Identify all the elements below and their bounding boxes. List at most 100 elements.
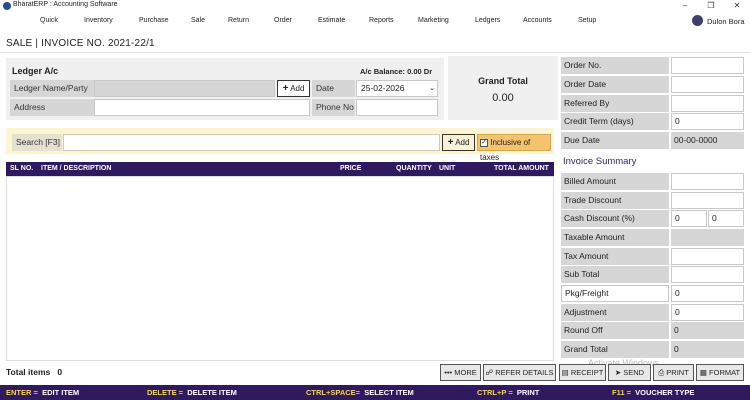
receipt-icon: ▤ (561, 368, 569, 377)
billed-amount-value[interactable] (671, 173, 744, 190)
plus-icon: + (282, 83, 289, 94)
menu-item-marketing[interactable]: Marketing (418, 17, 449, 24)
adjustment-input[interactable]: 0 (671, 304, 744, 321)
taxable-amount-label: Taxable Amount (561, 229, 669, 246)
column-header-quantity: QUANTITY (396, 165, 432, 172)
more-dots-icon: ••• (444, 368, 453, 377)
summary-grand-total-value: 0 (671, 341, 744, 358)
due-date-label: Due Date (561, 132, 669, 149)
menu-item-inventory[interactable]: Inventory (84, 17, 113, 24)
shortcut-voucher: F11 = VOUCHER TYPE (612, 388, 695, 397)
grand-total-label: Grand Total (478, 76, 528, 86)
column-header-item: ITEM / DESCRIPTION (41, 165, 112, 172)
adjustment-label: Adjustment (561, 304, 669, 321)
column-header-price: PRICE (340, 165, 362, 172)
address-label: Address (10, 99, 94, 116)
more-button[interactable]: ••• MORE (440, 364, 481, 381)
invoice-summary-heading: Invoice Summary (563, 156, 637, 167)
column-header-total: TOTAL AMOUNT (494, 165, 549, 172)
shortcut-bar: ENTER = EDIT ITEM DELETE = DELETE ITEM C… (0, 385, 750, 400)
account-balance: A/c Balance: 0.00 Dr (360, 67, 433, 76)
format-button[interactable]: ▦ FORMAT (696, 364, 744, 381)
items-table-body[interactable] (6, 176, 554, 361)
shortcut-print: CTRL+P = PRINT (477, 388, 540, 397)
search-input[interactable] (63, 134, 440, 151)
add-ledger-button[interactable]: + Add (277, 80, 310, 97)
cash-discount-amount-input[interactable]: 0 (708, 210, 744, 227)
pkg-freight-input[interactable]: 0 (671, 285, 744, 302)
menu-item-purchase[interactable]: Purchase (139, 17, 169, 24)
ledger-heading: Ledger A/c (12, 66, 59, 76)
grand-total-value: 0.00 (492, 92, 514, 104)
close-icon[interactable]: ✕ (726, 0, 748, 12)
menu-item-reports[interactable]: Reports (369, 17, 394, 24)
cash-discount-percent-input[interactable]: 0 (671, 210, 707, 227)
tax-amount-label: Tax Amount (561, 248, 669, 265)
column-header-unit: UNIT (439, 165, 456, 172)
menu-item-order[interactable]: Order (274, 17, 292, 24)
receipt-button[interactable]: ▤ RECEIPT (559, 364, 606, 381)
add-item-button[interactable]: + Add (442, 134, 475, 151)
round-off-label: Round Off (561, 322, 669, 339)
menu-item-quick[interactable]: Quick (40, 17, 58, 24)
total-items: Total items 0 (6, 367, 63, 377)
search-label: Search [F3] (12, 134, 62, 151)
menu-item-setup[interactable]: Setup (578, 17, 596, 24)
shortcut-edit: ENTER = EDIT ITEM (6, 388, 80, 397)
credit-term-label: Credit Term (days) (561, 113, 669, 130)
ledger-party-label: Ledger Name/Party (10, 80, 94, 97)
send-button[interactable]: ➤ SEND (608, 364, 651, 381)
app-logo-icon (3, 2, 11, 10)
round-off-value: 0 (671, 322, 744, 339)
order-date-label: Order Date (561, 76, 669, 93)
window-title: BharatERP : Accounting Software (13, 1, 118, 8)
sub-total-value[interactable] (671, 266, 744, 283)
cash-discount-label: Cash Discount (%) (561, 210, 669, 227)
phone-input[interactable] (356, 99, 438, 116)
minimize-icon[interactable]: – (674, 0, 696, 12)
billed-amount-label: Billed Amount (561, 173, 669, 190)
date-picker[interactable]: 25-02-2026 ⌄ (356, 80, 438, 97)
address-input[interactable] (94, 99, 310, 116)
menu-item-return[interactable]: Return (228, 17, 249, 24)
format-icon: ▦ (699, 368, 707, 377)
menu-item-sale[interactable]: Sale (191, 17, 205, 24)
menu-item-estimate[interactable]: Estimate (318, 17, 345, 24)
chevron-down-icon[interactable]: ⌄ (429, 81, 435, 96)
tax-amount-value[interactable] (671, 248, 744, 265)
shortcut-delete: DELETE = DELETE ITEM (147, 388, 237, 397)
ledger-party-input[interactable] (94, 80, 275, 97)
checkbox-checked-icon[interactable]: ✓ (480, 138, 488, 147)
date-label: Date (312, 80, 355, 97)
summary-grand-total-label: Grand Total (561, 341, 669, 358)
title-bar: BharatERP : Accounting Software – ❐ ✕ (0, 0, 750, 12)
trade-discount-label: Trade Discount (561, 192, 669, 209)
page-title: SALE | INVOICE NO. 2021-22/1 (6, 38, 155, 49)
plus-icon: + (447, 137, 454, 148)
print-button[interactable]: ⎙ PRINT (653, 364, 694, 381)
shortcut-select: CTRL+SPACE= SELECT ITEM (306, 388, 414, 397)
items-table-header: SL NO. ITEM / DESCRIPTION PRICE QUANTITY… (6, 162, 554, 176)
user-name: Dulon Bora (707, 17, 745, 26)
referred-by-label: Referred By (561, 95, 669, 112)
pkg-freight-label[interactable]: Pkg/Freight (561, 285, 669, 302)
credit-term-input[interactable]: 0 (671, 113, 744, 130)
order-date-input[interactable] (671, 76, 744, 93)
refer-details-button[interactable]: ☍ REFER DETAILS (483, 364, 556, 381)
send-icon: ➤ (614, 368, 622, 377)
taxable-amount-value (671, 229, 744, 246)
printer-icon: ⎙ (658, 368, 665, 377)
menu-item-accounts[interactable]: Accounts (523, 17, 552, 24)
column-header-sl-no: SL NO. (10, 165, 34, 172)
menu-item-ledgers[interactable]: Ledgers (475, 17, 500, 24)
sub-total-label: Sub Total (561, 266, 669, 283)
order-no-input[interactable] (671, 57, 744, 74)
link-icon: ☍ (485, 368, 494, 377)
maximize-icon[interactable]: ❐ (700, 0, 722, 12)
user-avatar-icon (692, 15, 703, 26)
order-no-label: Order No. (561, 57, 669, 74)
referred-by-input[interactable] (671, 95, 744, 112)
trade-discount-input[interactable] (671, 192, 744, 209)
divider (0, 52, 750, 53)
inclusive-taxes-toggle[interactable]: ✓ Inclusive of taxes (477, 134, 551, 162)
